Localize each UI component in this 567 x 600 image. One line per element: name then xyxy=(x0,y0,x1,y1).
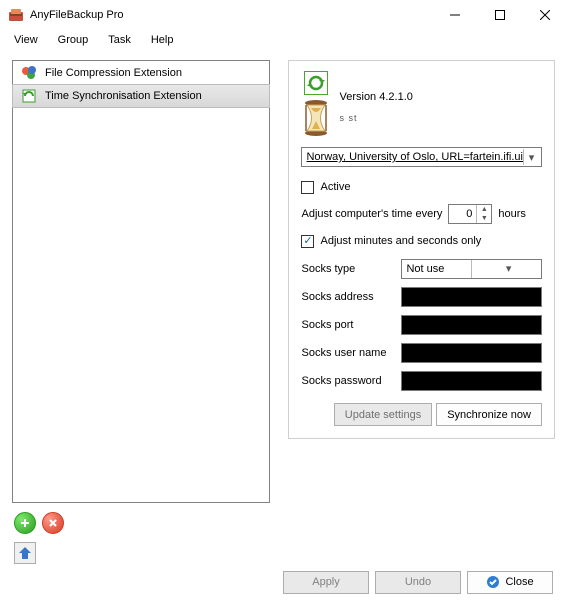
adjust-every-input[interactable]: 0 ▲▼ xyxy=(448,204,492,224)
socks-type-value: Not use xyxy=(402,263,471,275)
extension-list: File Compression Extension Time Synchron… xyxy=(12,60,270,503)
bottom-left-toolbar xyxy=(0,540,567,564)
close-button[interactable] xyxy=(522,0,567,30)
active-label: Active xyxy=(320,181,350,193)
time-sync-icon xyxy=(21,88,37,104)
socks-user-row: Socks user name xyxy=(301,342,542,363)
socks-user-input[interactable] xyxy=(401,343,542,363)
socks-port-label: Socks port xyxy=(301,319,401,331)
server-select[interactable]: Norway, University of Oslo, URL=fartein.… xyxy=(301,147,542,167)
socks-port-row: Socks port xyxy=(301,314,542,335)
settings-form: Active Adjust computer's time every 0 ▲▼… xyxy=(301,177,542,391)
adjust-every-value: 0 xyxy=(449,208,476,220)
menu-help[interactable]: Help xyxy=(143,32,182,48)
list-toolbar xyxy=(12,512,270,534)
socks-user-label: Socks user name xyxy=(301,347,401,359)
details-panel: Version 4.2.1.0 s st Norway, University … xyxy=(288,60,555,439)
server-selected-option: Norway, University of Oslo, URL=fartein.… xyxy=(306,151,523,163)
update-settings-button[interactable]: Update settings xyxy=(334,403,432,426)
adjust-minutes-row: Adjust minutes and seconds only xyxy=(301,231,542,251)
socks-type-select[interactable]: Not use ▾ xyxy=(401,259,542,279)
header-text: Version 4.2.1.0 s st xyxy=(339,85,412,123)
chevron-down-icon: ▾ xyxy=(471,260,541,278)
list-item[interactable]: Time Synchronisation Extension xyxy=(12,84,270,108)
main-area: File Compression Extension Time Synchron… xyxy=(0,50,567,540)
spin-down-icon[interactable]: ▼ xyxy=(477,214,491,223)
socks-address-label: Socks address xyxy=(301,291,401,303)
window-title: AnyFileBackup Pro xyxy=(30,9,432,21)
options-button[interactable] xyxy=(14,542,36,564)
active-row: Active xyxy=(301,177,542,197)
adjust-minutes-checkbox[interactable] xyxy=(301,235,314,248)
left-column: File Compression Extension Time Synchron… xyxy=(12,60,270,534)
undo-button[interactable]: Undo xyxy=(375,571,461,594)
adjust-minutes-label: Adjust minutes and seconds only xyxy=(320,235,481,247)
hourglass-icon xyxy=(301,99,331,137)
spin-up-icon[interactable]: ▲ xyxy=(477,205,491,214)
synchronize-now-button[interactable]: Synchronize now xyxy=(436,403,542,426)
apply-button[interactable]: Apply xyxy=(283,571,369,594)
footer-buttons: Apply Undo Close xyxy=(0,564,567,600)
socks-pass-label: Socks password xyxy=(301,375,401,387)
panel-buttons: Update settings Synchronize now xyxy=(301,403,542,426)
socks-address-input[interactable] xyxy=(401,287,542,307)
check-icon xyxy=(486,575,500,589)
header-icons xyxy=(301,71,331,137)
minimize-button[interactable] xyxy=(432,0,477,30)
adjust-every-row: Adjust computer's time every 0 ▲▼ hours xyxy=(301,204,542,224)
socks-address-row: Socks address xyxy=(301,286,542,307)
menu-task[interactable]: Task xyxy=(100,32,139,48)
list-item-label: File Compression Extension xyxy=(45,67,182,79)
delete-button[interactable] xyxy=(42,512,64,534)
chevron-down-icon: ▾ xyxy=(523,149,539,165)
socks-port-input[interactable] xyxy=(401,315,542,335)
sync-icon xyxy=(304,71,328,95)
title-bar: AnyFileBackup Pro xyxy=(0,0,567,30)
menu-bar: View Group Task Help xyxy=(0,30,567,50)
watermark-text: s st xyxy=(339,113,412,123)
list-item[interactable]: File Compression Extension xyxy=(13,61,269,85)
menu-group[interactable]: Group xyxy=(50,32,97,48)
adjust-every-label: Adjust computer's time every xyxy=(301,208,442,220)
socks-type-row: Socks type Not use ▾ xyxy=(301,258,542,279)
list-item-label: Time Synchronisation Extension xyxy=(45,90,202,102)
socks-pass-input[interactable] xyxy=(401,371,542,391)
window-controls xyxy=(432,0,567,30)
menu-view[interactable]: View xyxy=(6,32,46,48)
maximize-button[interactable] xyxy=(477,0,522,30)
close-footer-button[interactable]: Close xyxy=(467,571,553,594)
adjust-every-unit: hours xyxy=(498,208,526,220)
panel-header: Version 4.2.1.0 s st xyxy=(301,71,542,137)
app-icon xyxy=(8,7,24,23)
compress-icon xyxy=(21,65,37,81)
socks-pass-row: Socks password xyxy=(301,370,542,391)
right-column: Version 4.2.1.0 s st Norway, University … xyxy=(288,60,555,534)
add-button[interactable] xyxy=(14,512,36,534)
version-label: Version 4.2.1.0 xyxy=(339,91,412,103)
active-checkbox[interactable] xyxy=(301,181,314,194)
socks-type-label: Socks type xyxy=(301,263,401,275)
